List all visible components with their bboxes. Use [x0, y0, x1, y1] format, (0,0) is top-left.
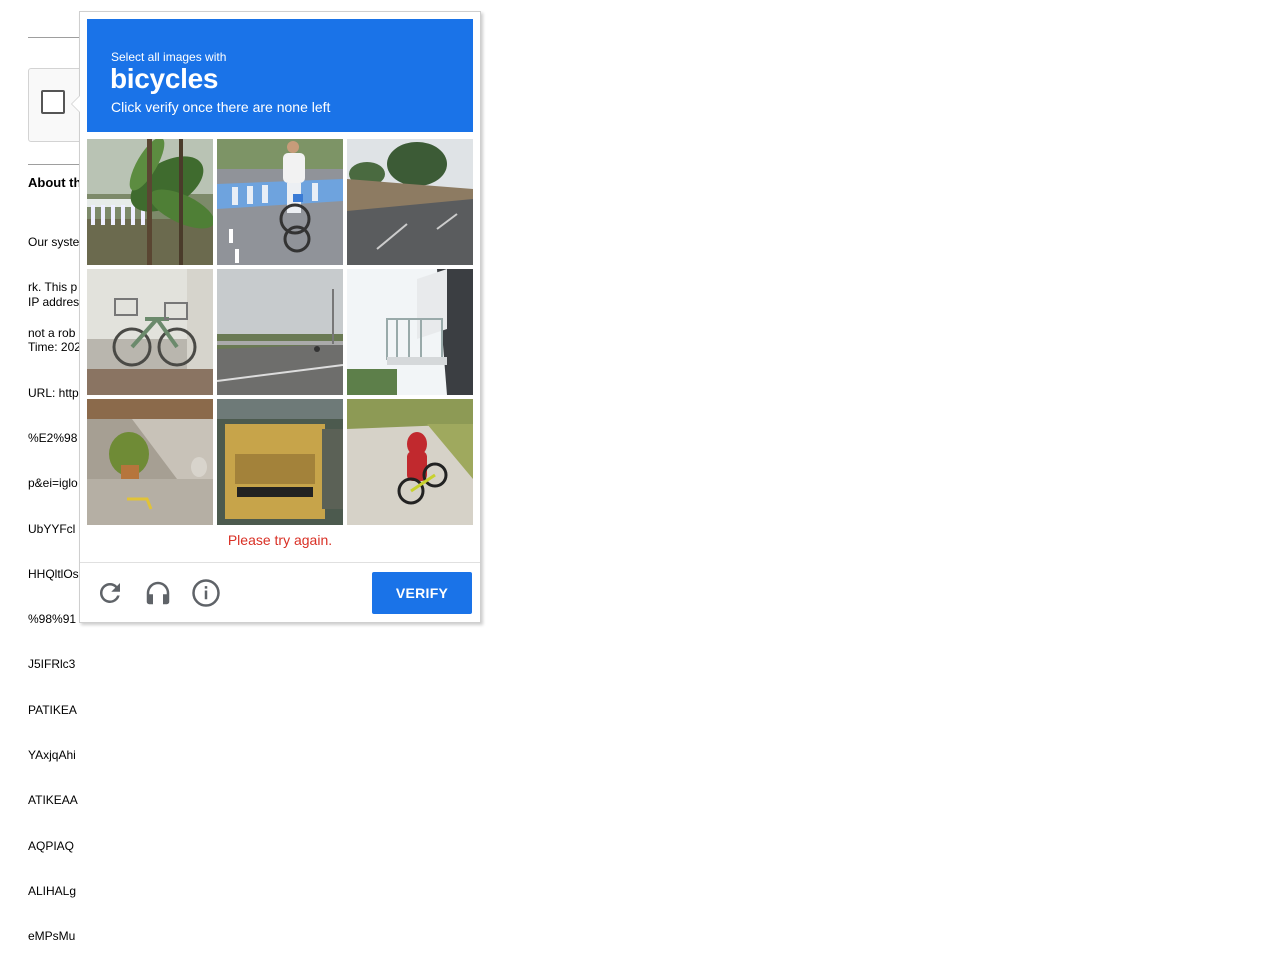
info-line: UbYYFcl [28, 521, 76, 536]
image-tile-2[interactable] [217, 139, 343, 265]
reload-button[interactable] [94, 577, 126, 609]
info-line: %98%91 [28, 612, 77, 627]
challenge-header: Select all images with bicycles Click ve… [87, 19, 473, 132]
info-line: eMPsMu [28, 929, 76, 944]
info-line: J5IFRlc3 [28, 657, 76, 672]
info-line: ALIHALg [28, 883, 77, 898]
captcha-challenge-popup: Select all images with bicycles Click ve… [71, 11, 481, 623]
tile-image [217, 139, 343, 265]
info-line: %E2%98 [28, 431, 78, 446]
image-tile-3[interactable] [347, 139, 473, 265]
tile-image [217, 399, 343, 525]
tile-image [347, 139, 473, 265]
headphones-icon [146, 581, 170, 605]
info-icon [192, 579, 220, 607]
image-grid [87, 139, 473, 525]
tile-image [87, 269, 213, 395]
info-line: AQPIAQ [28, 838, 75, 853]
info-line: PATIKEA [28, 702, 77, 717]
not-robot-checkbox[interactable] [41, 90, 65, 114]
tile-image [87, 399, 213, 525]
image-tile-9[interactable] [347, 399, 473, 525]
audio-challenge-button[interactable] [142, 577, 174, 609]
info-line: URL: http [28, 385, 79, 400]
image-tile-7[interactable] [87, 399, 213, 525]
about-line: Our syste [28, 235, 80, 250]
about-heading: About th [28, 175, 82, 190]
request-info: IP addres Time: 202 URL: http %E2%98 p&e… [28, 265, 81, 959]
image-tile-4[interactable] [87, 269, 213, 395]
instruction-text: Select all images with [111, 50, 227, 64]
info-line: HHQltlOs [28, 566, 79, 581]
tile-image [347, 399, 473, 525]
info-line: IP addres [28, 295, 80, 310]
info-line: ATIKEAA [28, 793, 78, 808]
image-tile-1[interactable] [87, 139, 213, 265]
image-tile-6[interactable] [347, 269, 473, 395]
image-tile-8[interactable] [217, 399, 343, 525]
info-line: Time: 202 [28, 340, 81, 355]
error-message: Please try again. [227, 532, 333, 548]
tile-image [87, 139, 213, 265]
footer-divider [80, 562, 480, 563]
image-tile-5[interactable] [217, 269, 343, 395]
info-button[interactable] [190, 577, 222, 609]
verify-button[interactable]: VERIFY [372, 572, 472, 614]
instruction-subtext: Click verify once there are none left [111, 99, 331, 115]
tile-image [217, 269, 343, 395]
info-line: YAxjqAhi [28, 748, 76, 762]
info-line: p&ei=iglo [28, 476, 78, 491]
tile-image [347, 269, 473, 395]
target-object: bicycles [110, 63, 219, 94]
reload-icon [99, 583, 120, 603]
popup-pointer-fill [72, 96, 80, 112]
